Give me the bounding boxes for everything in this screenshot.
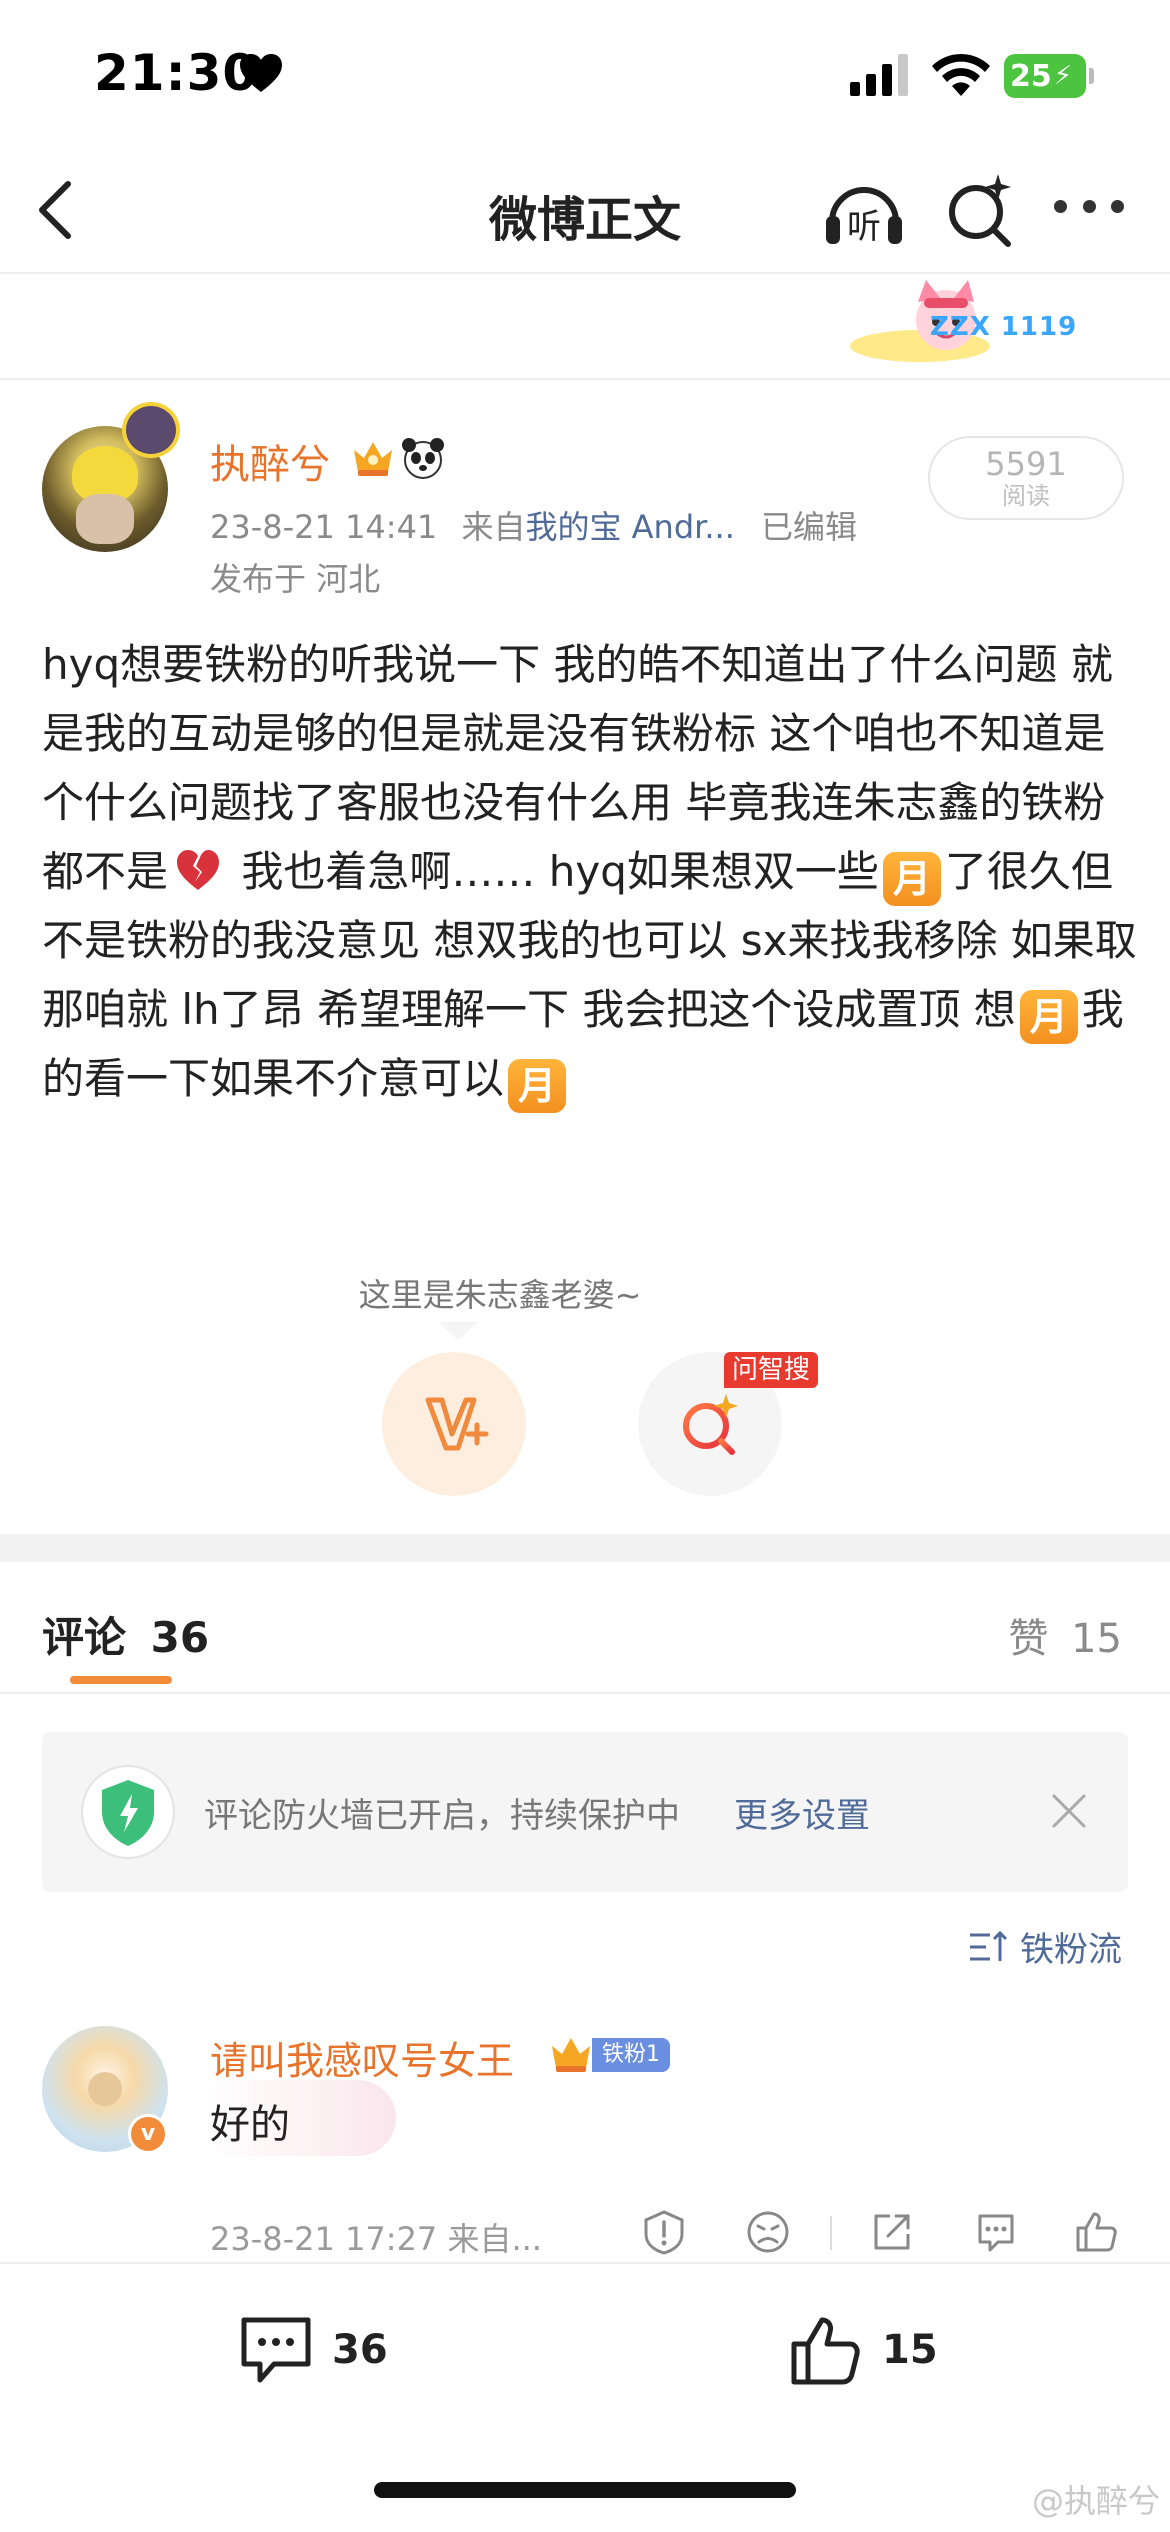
like-icon[interactable] xyxy=(1072,2208,1120,2256)
post-meta: 23-8-21 14:41 来自我的宝 Andr... 已编辑 xyxy=(210,502,857,548)
comment-button[interactable]: 36 xyxy=(236,2310,388,2390)
avatar-pendant xyxy=(122,402,180,458)
charge-icon xyxy=(425,1397,489,1451)
sort-label: 铁粉流 xyxy=(1020,1930,1122,1970)
more-dot xyxy=(1054,200,1067,213)
section-divider xyxy=(0,1534,1170,1562)
edited-label[interactable]: 已编辑 xyxy=(761,508,857,546)
listen-button[interactable]: 听 xyxy=(822,172,906,250)
verified-badge: v xyxy=(128,2114,168,2154)
ai-search-icon xyxy=(683,1394,738,1455)
comment-icon xyxy=(241,2317,311,2383)
status-bar: 21:30 25 ⚡ xyxy=(0,0,1170,150)
close-icon[interactable] xyxy=(1050,1792,1088,1830)
listen-label: 听 xyxy=(847,207,881,247)
watermark: @执醉兮 xyxy=(1031,2482,1160,2520)
listen-icon: 听 xyxy=(826,187,902,247)
post-location: 发布于 河北 xyxy=(210,560,381,598)
tab-likes[interactable]: 赞 15 xyxy=(1008,1606,1122,1664)
battery-level: 25 xyxy=(1010,58,1052,94)
comment-meta: 23-8-21 17:27 来自... xyxy=(210,2220,542,2258)
tab-divider xyxy=(0,1692,1170,1694)
month-emoji: 月 xyxy=(882,852,941,906)
heart-icon xyxy=(240,54,282,92)
comment-count: 36 xyxy=(332,2327,388,2373)
post-time: 23-8-21 14:41 xyxy=(210,508,438,546)
shield-icon xyxy=(81,1765,175,1859)
panda-icon[interactable] xyxy=(400,436,446,480)
month-emoji: 月 xyxy=(1019,990,1078,1044)
read-label: 阅读 xyxy=(1002,482,1050,510)
reply-icon[interactable] xyxy=(972,2208,1020,2256)
author-name[interactable]: 执醉兮 xyxy=(210,432,330,490)
firewall-notice: 评论防火墙已开启，持续保护中 更多设置 xyxy=(42,1732,1128,1892)
firewall-text: 评论防火墙已开启，持续保护中 xyxy=(204,1796,680,1836)
charge-button[interactable] xyxy=(382,1352,526,1496)
share-icon[interactable] xyxy=(868,2208,916,2256)
ask-badge[interactable]: 问智搜 xyxy=(724,1352,819,1388)
battery-icon: 25 ⚡ xyxy=(1004,54,1094,98)
comment-text: 好的 xyxy=(210,2102,290,2148)
post-body: hyq想要铁粉的听我说一下 我的皓不知道出了什么问题 就是我的互动是够的但是就是… xyxy=(42,630,1142,1113)
action-separator xyxy=(830,2216,832,2250)
dislike-icon[interactable] xyxy=(744,2208,792,2256)
comment-actions xyxy=(640,2204,1130,2260)
tab-underline xyxy=(70,1676,172,1684)
vip-crown-icon[interactable] xyxy=(548,2034,594,2076)
wifi-icon xyxy=(932,53,990,96)
tab-comments[interactable]: 评论 36 xyxy=(42,1604,209,1665)
tab-likes-count: 15 xyxy=(1071,1616,1122,1662)
status-time: 21:30 xyxy=(94,44,259,102)
vip-crown-icon[interactable] xyxy=(350,436,396,480)
like-icon xyxy=(791,2317,860,2385)
month-emoji: 月 xyxy=(508,1059,567,1113)
nav-bar: 微博正文 听 xyxy=(0,150,1170,274)
banner-text: ZZX 1119 xyxy=(930,312,1078,342)
tab-comments-label: 评论 xyxy=(42,1613,127,1662)
commenter-name[interactable]: 请叫我感叹号女王 xyxy=(210,2030,514,2085)
report-icon[interactable] xyxy=(640,2208,688,2256)
post-source[interactable]: 我的宝 Andr... xyxy=(525,508,734,546)
tab-likes-label: 赞 xyxy=(1008,1616,1049,1662)
signal-icon xyxy=(850,54,908,96)
ai-search-icon[interactable] xyxy=(944,170,1014,250)
decoration-banner: ZZX 1119 xyxy=(0,276,1170,380)
tab-comments-count: 36 xyxy=(150,1613,210,1662)
like-button[interactable]: 15 xyxy=(786,2310,938,2390)
read-count: 5591 xyxy=(985,445,1067,483)
more-icon[interactable] xyxy=(1054,200,1124,220)
post-text: 我也着急啊…… hyq如果想双一些 xyxy=(228,847,879,896)
sort-button[interactable]: 铁粉流 xyxy=(968,1922,1122,1971)
read-count-pill: 5591 阅读 xyxy=(928,436,1124,520)
source-prefix: 来自 xyxy=(461,508,526,546)
sort-icon xyxy=(970,1930,1008,1961)
fan-badge[interactable]: 铁粉1 xyxy=(592,2038,670,2072)
home-indicator[interactable] xyxy=(374,2482,796,2498)
more-dot xyxy=(1111,200,1124,213)
charging-bolt: ⚡ xyxy=(1053,61,1073,91)
caption-arrow xyxy=(438,1322,478,1340)
firewall-settings-link[interactable]: 更多设置 xyxy=(734,1788,870,1837)
sticker-caption: 这里是朱志鑫老婆~ xyxy=(358,1276,642,1314)
broken-heart-icon xyxy=(177,850,220,890)
like-count: 15 xyxy=(882,2327,938,2373)
more-dot xyxy=(1082,200,1096,213)
